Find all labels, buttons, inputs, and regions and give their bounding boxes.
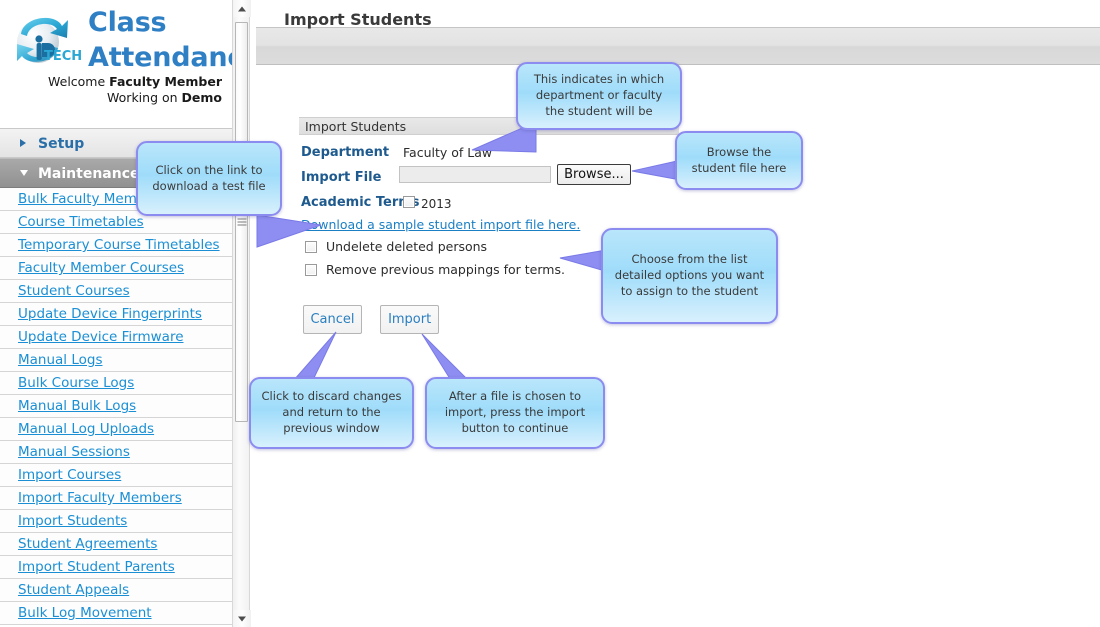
sidebar-item[interactable]: Update Device Fingerprints — [0, 303, 232, 326]
working-on-text: Working on Demo — [2, 90, 222, 105]
welcome-role: Faculty Member — [109, 74, 222, 89]
callout-department: This indicates in which department or fa… — [516, 62, 682, 130]
scrollbar-grip-icon — [237, 218, 246, 226]
working-value: Demo — [181, 90, 222, 105]
sidebar-item[interactable]: Student Agreements — [0, 533, 232, 556]
sidebar-item[interactable]: Import Student Parents — [0, 556, 232, 579]
triangle-down-icon — [238, 616, 246, 621]
sidebar-item[interactable]: Manual Sessions — [0, 441, 232, 464]
academic-term-value: 2013 — [421, 197, 452, 211]
scrollbar-thumb[interactable] — [235, 22, 248, 422]
sidebar-item-label[interactable]: Manual Logs — [18, 352, 103, 368]
import-file-input[interactable] — [399, 166, 551, 183]
sidebar-group-setup-label: Setup — [38, 136, 85, 152]
sidebar-item[interactable]: Manual Log Uploads — [0, 418, 232, 441]
brand-block: TECH Class Attendance Welcome Faculty Me… — [0, 0, 232, 128]
sidebar-item[interactable]: Manual Bulk Logs — [0, 395, 232, 418]
sidebar-item-label[interactable]: Student Agreements — [18, 536, 157, 552]
logo-wordmark: TECH — [44, 49, 82, 64]
callout-options: Choose from the list detailed options yo… — [601, 228, 778, 324]
sidebar-item-label[interactable]: Temporary Course Timetables — [18, 237, 220, 253]
app-title-line2: Attendance — [88, 41, 232, 73]
sidebar-item-label[interactable]: Import Faculty Members — [18, 490, 182, 506]
sidebar-item[interactable]: Import Students — [0, 510, 232, 533]
welcome-prefix: Welcome — [48, 74, 110, 89]
triangle-up-icon — [238, 6, 246, 11]
sidebar-item-label[interactable]: Import Student Parents — [18, 559, 175, 575]
remove-previous-mappings-label: Remove previous mappings for terms. — [325, 262, 565, 277]
sidebar-group-maintenance-label: Maintenance — [38, 166, 140, 182]
sidebar-item[interactable]: Faculty Member Courses — [0, 257, 232, 280]
import-file-label: Import File — [301, 170, 382, 185]
page-header-bar — [256, 27, 1100, 65]
app-title: Class Attendance — [88, 6, 232, 75]
academic-term-checkbox[interactable] — [403, 196, 415, 208]
browse-button[interactable]: Browse... — [557, 164, 631, 185]
sidebar-item[interactable]: Import Faculty Members — [0, 487, 232, 510]
sidebar-item[interactable]: Import Courses — [0, 464, 232, 487]
chevron-right-icon — [20, 139, 26, 147]
download-sample-file-link[interactable]: Download a sample student import file he… — [301, 217, 580, 232]
sidebar-item-label[interactable]: Manual Log Uploads — [18, 421, 154, 437]
sidebar-item-label[interactable]: Import Courses — [18, 467, 121, 483]
sidebar-item[interactable]: Student Appeals — [0, 579, 232, 602]
callout-cancel: Click to discard changes and return to t… — [249, 377, 414, 449]
callout-import: After a file is chosen to import, press … — [425, 377, 605, 449]
academic-terms-row: Academic Terms 2013 — [299, 191, 719, 216]
page-title: Import Students — [284, 10, 432, 29]
window-vertical-scrollbar[interactable] — [232, 0, 251, 627]
sidebar-item-label[interactable]: Course Timetables — [18, 214, 144, 230]
sidebar-item[interactable]: Update Device Firmware — [0, 326, 232, 349]
scroll-down-button[interactable] — [233, 610, 251, 627]
welcome-text: Welcome Faculty Member — [2, 74, 222, 89]
sidebar-link-list: Bulk Faculty Members Course Timetables Tem… — [0, 188, 232, 625]
chevron-down-icon — [20, 170, 28, 176]
callout-download-link: Click on the link to download a test fil… — [136, 141, 282, 216]
app-title-line1: Class — [88, 7, 167, 38]
sidebar-item-label[interactable]: Student Appeals — [18, 582, 129, 598]
sample-file-link-row: Download a sample student import file he… — [301, 217, 580, 233]
sidebar-item-label[interactable]: Bulk Log Movement — [18, 605, 152, 621]
department-label: Department — [301, 145, 390, 160]
sidebar-item-label[interactable]: Faculty Member Courses — [18, 260, 184, 276]
left-sidebar: TECH Class Attendance Welcome Faculty Me… — [0, 0, 232, 627]
sidebar-item-label[interactable]: Student Courses — [18, 283, 130, 299]
iptech-logo-icon: TECH — [17, 17, 82, 64]
sidebar-item[interactable]: Bulk Course Logs — [0, 372, 232, 395]
sidebar-item-label[interactable]: Manual Sessions — [18, 444, 130, 460]
sidebar-item[interactable]: Student Courses — [0, 280, 232, 303]
working-prefix: Working on — [107, 90, 182, 105]
callout-browse: Browse the student file here — [675, 131, 803, 190]
option-undelete-deleted-persons[interactable]: Undelete deleted persons — [305, 239, 487, 254]
sidebar-item[interactable]: Temporary Course Timetables — [0, 234, 232, 257]
undelete-deleted-persons-label: Undelete deleted persons — [325, 239, 488, 254]
sidebar-item-label[interactable]: Manual Bulk Logs — [18, 398, 136, 414]
sidebar-item-label[interactable]: Bulk Course Logs — [18, 375, 134, 391]
remove-previous-mappings-checkbox[interactable] — [305, 264, 317, 276]
sidebar-item-label[interactable]: Update Device Fingerprints — [18, 306, 202, 322]
sidebar-item-label[interactable]: Import Students — [18, 513, 127, 529]
scroll-up-button[interactable] — [233, 0, 251, 17]
sidebar-item[interactable]: Bulk Log Movement — [0, 602, 232, 625]
sidebar-item-label[interactable]: Update Device Firmware — [18, 329, 184, 345]
sidebar-item[interactable]: Manual Logs — [0, 349, 232, 372]
option-remove-previous-mappings[interactable]: Remove previous mappings for terms. — [305, 262, 565, 277]
